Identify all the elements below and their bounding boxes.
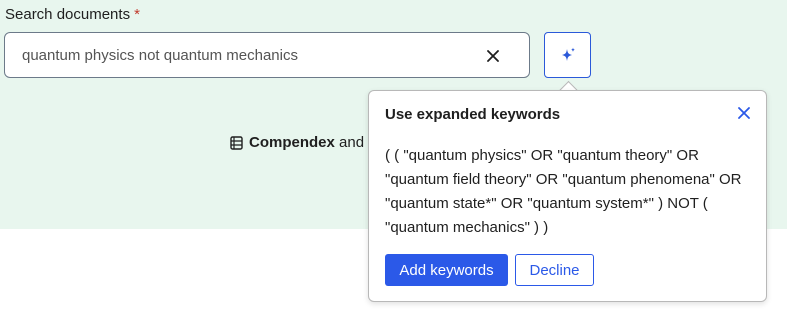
expanded-keywords-popover: Use expanded keywords ( ( "quantum physi…	[368, 90, 767, 302]
query-line: "quantum state*" OR "quantum system*" ) …	[385, 195, 708, 212]
expanded-query: ( ( "quantum physics" OR "quantum theory…	[385, 144, 760, 240]
search-label: Search documents *	[5, 6, 140, 23]
database-connector: and	[339, 134, 365, 151]
query-line: "quantum field theory" OR "quantum pheno…	[385, 171, 742, 188]
add-keywords-button[interactable]: Add keywords	[385, 254, 508, 286]
database-icon	[230, 135, 243, 150]
close-icon	[487, 50, 499, 62]
query-line: ( ( "quantum physics" OR "quantum theory…	[385, 147, 699, 164]
query-line: "quantum mechanics" ) )	[385, 219, 549, 236]
database-selection: Compendex and I	[230, 134, 372, 151]
close-icon	[738, 107, 750, 119]
sparkle-icon	[561, 47, 575, 61]
expand-keywords-button[interactable]	[544, 32, 591, 78]
required-mark: *	[134, 6, 140, 23]
popover-title: Use expanded keywords	[385, 106, 561, 123]
database-primary: Compendex	[249, 134, 335, 151]
decline-button[interactable]: Decline	[515, 254, 594, 286]
search-label-text: Search documents	[5, 6, 131, 23]
search-field[interactable]	[4, 32, 530, 78]
popover-close-button[interactable]	[735, 104, 753, 122]
clear-search-button[interactable]	[483, 46, 503, 66]
search-input[interactable]	[20, 45, 474, 65]
